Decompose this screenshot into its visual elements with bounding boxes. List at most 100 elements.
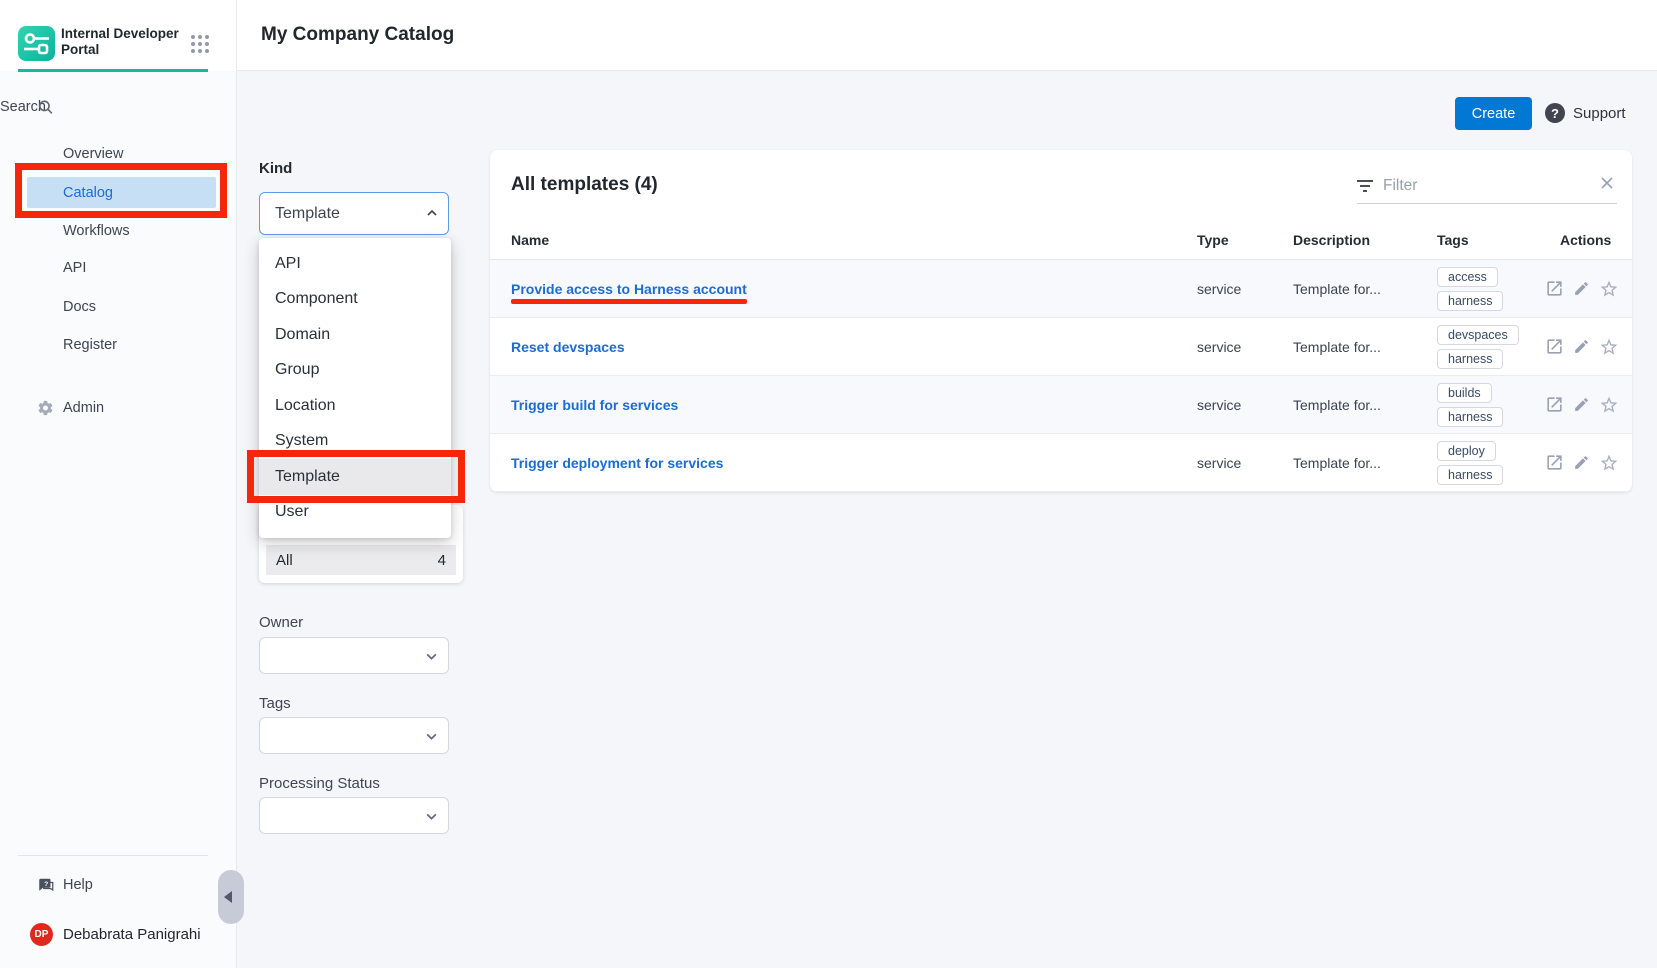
star-icon[interactable] [1599, 337, 1619, 357]
table-filter [1357, 168, 1617, 204]
kind-all-count: 4 [438, 552, 446, 569]
gear-icon [37, 399, 54, 416]
owner-select[interactable] [259, 637, 449, 674]
tag-chip[interactable]: devspaces [1437, 325, 1519, 345]
sidebar-item-catalog[interactable]: Catalog [27, 177, 216, 208]
tag-chip[interactable]: harness [1437, 407, 1503, 427]
app-logo-icon[interactable] [18, 26, 55, 61]
sidebar-search[interactable]: Search [0, 92, 224, 122]
edit-pencil-icon[interactable] [1573, 338, 1590, 355]
sidebar-item-label: Admin [63, 400, 104, 416]
template-name-link[interactable]: Trigger build for services [511, 397, 678, 413]
sidebar-item-help[interactable]: ? Help [0, 869, 224, 900]
templates-card: All templates (4) Name Type Description … [490, 150, 1632, 492]
sidebar: Internal Developer Portal Search Overvie… [0, 0, 237, 968]
kind-select-value: Template [275, 205, 340, 223]
tag-chip[interactable]: harness [1437, 465, 1503, 485]
chevron-down-icon [425, 650, 438, 663]
type-cell: service [1197, 339, 1241, 355]
user-name[interactable]: Debabrata Panigrahi [63, 926, 201, 943]
sidebar-item-docs[interactable]: Docs [0, 291, 224, 322]
tags-select[interactable] [259, 717, 449, 754]
page-header: My Company Catalog [237, 0, 1657, 71]
column-header-description: Description [1293, 232, 1370, 248]
tag-chip[interactable]: deploy [1437, 441, 1496, 461]
tag-chip[interactable]: builds [1437, 383, 1492, 403]
sidebar-collapse-handle[interactable] [218, 870, 244, 924]
open-in-new-icon[interactable] [1545, 453, 1564, 472]
chevron-down-icon [425, 810, 438, 823]
description-cell: Template for... [1293, 455, 1381, 471]
tags-cell: builds harness [1437, 383, 1503, 427]
type-cell: service [1197, 281, 1241, 297]
sidebar-divider [18, 855, 208, 856]
tag-chip[interactable]: access [1437, 267, 1498, 287]
kind-option-api[interactable]: API [259, 246, 451, 282]
sidebar-item-api[interactable]: API [0, 252, 224, 283]
clear-filter-icon[interactable] [1599, 175, 1615, 196]
kind-option-domain[interactable]: Domain [259, 317, 451, 353]
description-cell: Template for... [1293, 397, 1381, 413]
tags-cell: devspaces harness [1437, 325, 1519, 369]
tags-cell: access harness [1437, 267, 1503, 311]
sidebar-item-label: API [63, 260, 86, 276]
open-in-new-icon[interactable] [1545, 337, 1564, 356]
templates-title: All templates (4) [511, 174, 658, 196]
sidebar-item-label: Help [63, 877, 93, 893]
sidebar-item-label: Overview [63, 146, 123, 162]
kind-select[interactable]: Template [259, 192, 449, 235]
edit-pencil-icon[interactable] [1573, 454, 1590, 471]
support-button[interactable]: ? Support [1545, 103, 1626, 123]
template-name-link[interactable]: Trigger deployment for services [511, 455, 723, 471]
brand-title: Internal Developer Portal [61, 26, 179, 58]
star-icon[interactable] [1599, 395, 1619, 415]
open-in-new-icon[interactable] [1545, 279, 1564, 298]
kind-option-group[interactable]: Group [259, 353, 451, 389]
user-avatar[interactable]: DP [30, 923, 53, 946]
sidebar-item-overview[interactable]: Overview [0, 138, 224, 169]
apps-grid-icon[interactable] [190, 34, 210, 54]
processing-status-label: Processing Status [259, 775, 380, 792]
star-icon[interactable] [1599, 453, 1619, 473]
brand-divider [18, 69, 208, 72]
page-title: My Company Catalog [261, 24, 454, 46]
sidebar-item-label: Workflows [63, 223, 130, 239]
table-row: Trigger deployment for services service … [490, 434, 1632, 492]
table-body: Provide access to Harness account servic… [490, 260, 1632, 492]
tag-chip[interactable]: harness [1437, 291, 1503, 311]
column-header-actions: Actions [1560, 232, 1611, 248]
kind-option-component[interactable]: Component [259, 282, 451, 318]
sidebar-item-workflows[interactable]: Workflows [0, 215, 224, 246]
template-name-link[interactable]: Reset devspaces [511, 339, 625, 355]
type-cell: service [1197, 397, 1241, 413]
table-header-row: Name Type Description Tags Actions [490, 226, 1632, 260]
template-name-link[interactable]: Provide access to Harness account [511, 281, 747, 297]
processing-status-select[interactable] [259, 797, 449, 834]
open-in-new-icon[interactable] [1545, 395, 1564, 414]
kind-option-system[interactable]: System [259, 424, 451, 460]
tags-filter-label: Tags [259, 695, 291, 712]
table-filter-input[interactable] [1383, 177, 1599, 195]
sidebar-item-admin[interactable]: Admin [0, 392, 224, 423]
create-button[interactable]: Create [1455, 97, 1532, 130]
owner-label: Owner [259, 614, 303, 631]
table-row: Reset devspaces service Template for... … [490, 318, 1632, 376]
tag-chip[interactable]: harness [1437, 349, 1503, 369]
star-icon[interactable] [1599, 279, 1619, 299]
edit-pencil-icon[interactable] [1573, 396, 1590, 413]
kind-option-template[interactable]: Template [259, 459, 451, 495]
chevron-down-icon [425, 730, 438, 743]
kind-all-label: All [276, 552, 293, 569]
description-cell: Template for... [1293, 339, 1381, 355]
kind-options-popup: API Component Domain Group Location Syst… [259, 238, 451, 538]
tags-cell: deploy harness [1437, 441, 1503, 485]
kind-label: Kind [259, 160, 292, 177]
sidebar-item-label: Docs [63, 299, 96, 315]
edit-pencil-icon[interactable] [1573, 280, 1590, 297]
kind-all-row[interactable]: All 4 [266, 545, 456, 575]
sidebar-item-register[interactable]: Register [0, 329, 224, 360]
column-header-tags: Tags [1437, 232, 1469, 248]
kind-option-user[interactable]: User [259, 495, 451, 531]
kind-option-location[interactable]: Location [259, 388, 451, 424]
chevron-up-icon [426, 207, 438, 219]
